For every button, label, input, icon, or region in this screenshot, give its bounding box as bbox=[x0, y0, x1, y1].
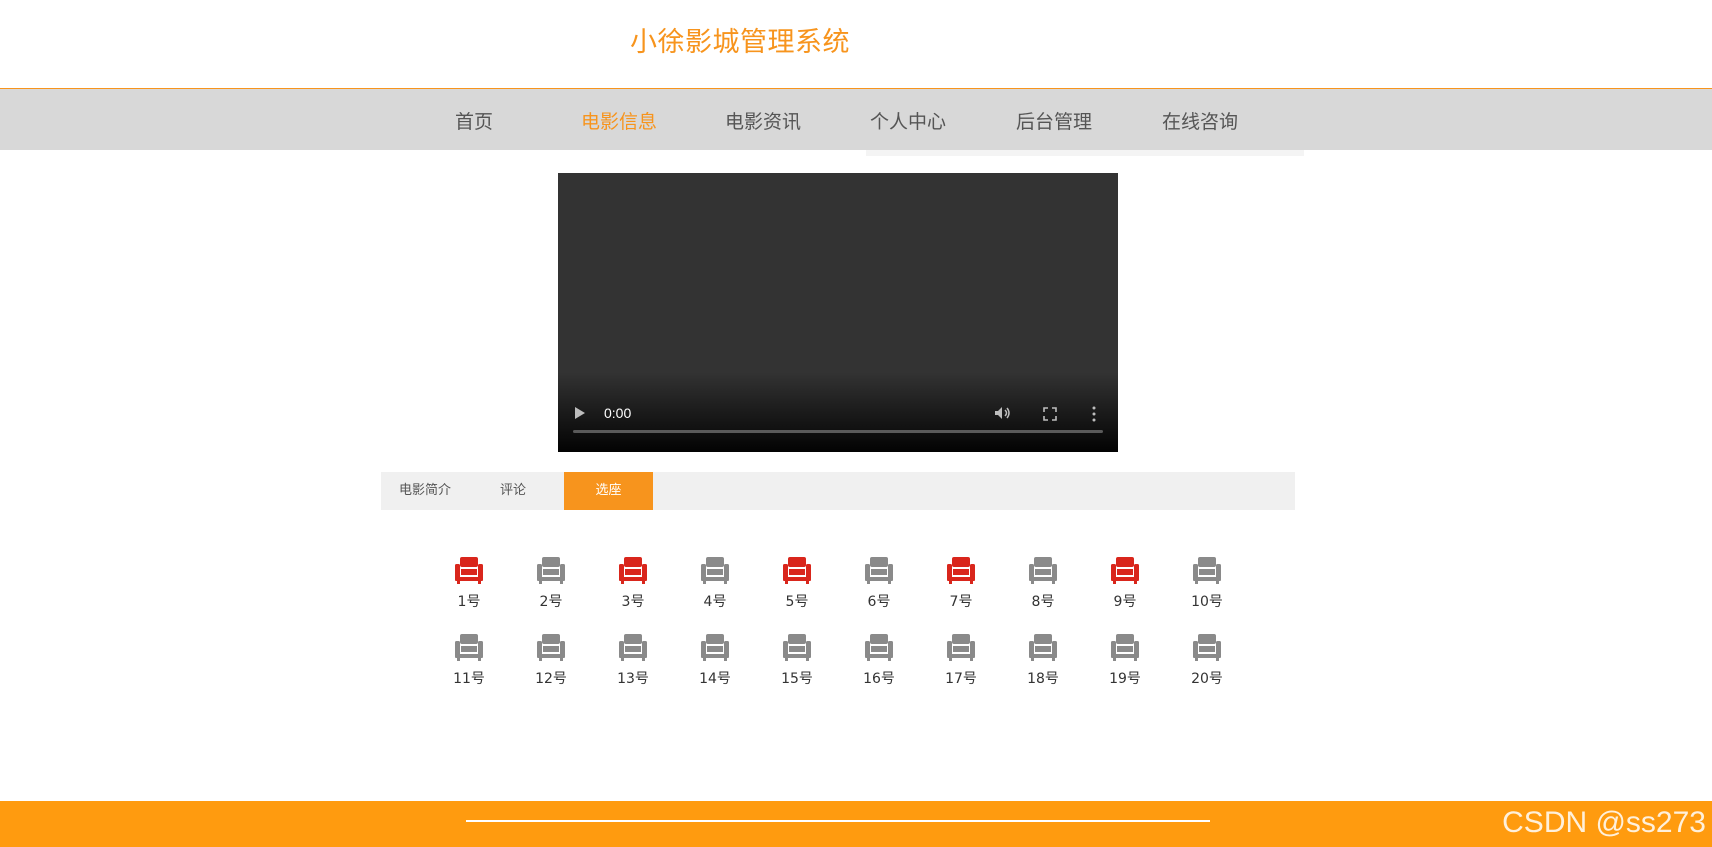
armchair-icon bbox=[537, 557, 565, 584]
tab-seat-selection[interactable]: 选座 bbox=[564, 472, 653, 510]
seat-label: 6号 bbox=[867, 594, 891, 610]
tab-movie-intro[interactable]: 电影简介 bbox=[381, 472, 469, 510]
watermark: CSDN @ss273 bbox=[1502, 806, 1706, 839]
seat-label: 2号 bbox=[539, 594, 563, 610]
seat[interactable]: 20号 bbox=[1187, 633, 1227, 688]
play-icon[interactable] bbox=[575, 407, 585, 419]
seat[interactable]: 18号 bbox=[1023, 633, 1063, 688]
armchair-icon bbox=[947, 557, 975, 584]
seat-label: 14号 bbox=[699, 671, 731, 687]
more-options-icon[interactable] bbox=[1091, 406, 1097, 422]
seat-label: 3号 bbox=[621, 594, 645, 610]
armchair-icon bbox=[455, 634, 483, 661]
armchair-icon bbox=[619, 634, 647, 661]
armchair-icon bbox=[783, 557, 811, 584]
seat[interactable]: 11号 bbox=[449, 633, 489, 688]
seat[interactable]: 19号 bbox=[1105, 633, 1145, 688]
movie-tabs: 电影简介 评论 选座 bbox=[381, 472, 1295, 510]
seat-label: 15号 bbox=[781, 671, 813, 687]
seat-label: 13号 bbox=[617, 671, 649, 687]
seat-label: 20号 bbox=[1191, 671, 1223, 687]
seat[interactable]: 9号 bbox=[1105, 556, 1145, 611]
armchair-icon bbox=[1193, 634, 1221, 661]
armchair-icon bbox=[619, 557, 647, 584]
seat-label: 7号 bbox=[949, 594, 973, 610]
armchair-icon bbox=[537, 634, 565, 661]
armchair-icon bbox=[455, 557, 483, 584]
seat-label: 1号 bbox=[457, 594, 481, 610]
nav-item-online-consult[interactable]: 在线咨询 bbox=[1162, 107, 1238, 134]
nav-item-movie-info[interactable]: 电影信息 bbox=[581, 107, 657, 134]
site-title: 小徐影城管理系统 bbox=[630, 27, 850, 58]
seat[interactable]: 6号 bbox=[859, 556, 899, 611]
armchair-icon bbox=[865, 557, 893, 584]
video-progress-bar[interactable] bbox=[573, 430, 1103, 433]
seat[interactable]: 4号 bbox=[695, 556, 735, 611]
seat[interactable]: 14号 bbox=[695, 633, 735, 688]
footer: CSDN @ss273 bbox=[0, 801, 1712, 847]
seat[interactable]: 1号 bbox=[449, 556, 489, 611]
tab-comments[interactable]: 评论 bbox=[469, 472, 557, 510]
seat-label: 5号 bbox=[785, 594, 809, 610]
nav-item-admin[interactable]: 后台管理 bbox=[1016, 107, 1092, 134]
footer-divider bbox=[466, 820, 1210, 822]
seat[interactable]: 13号 bbox=[613, 633, 653, 688]
armchair-icon bbox=[783, 634, 811, 661]
armchair-icon bbox=[1193, 557, 1221, 584]
seat-label: 4号 bbox=[703, 594, 727, 610]
video-controls: 0:00 bbox=[558, 372, 1118, 452]
seat[interactable]: 15号 bbox=[777, 633, 817, 688]
seat-label: 9号 bbox=[1113, 594, 1137, 610]
seat-label: 8号 bbox=[1031, 594, 1055, 610]
seat-label: 19号 bbox=[1109, 671, 1141, 687]
seat[interactable]: 5号 bbox=[777, 556, 817, 611]
page: 小徐影城管理系统 首页 电影信息 电影资讯 个人中心 后台管理 在线咨询 0:0… bbox=[0, 0, 1712, 847]
seat[interactable]: 8号 bbox=[1023, 556, 1063, 611]
seat-label: 18号 bbox=[1027, 671, 1059, 687]
video-time: 0:00 bbox=[604, 405, 632, 421]
nav-dropdown-shadow bbox=[866, 150, 1304, 156]
seat[interactable]: 16号 bbox=[859, 633, 899, 688]
nav-item-personal-center[interactable]: 个人中心 bbox=[870, 107, 946, 134]
seat[interactable]: 7号 bbox=[941, 556, 981, 611]
armchair-icon bbox=[865, 634, 893, 661]
armchair-icon bbox=[1111, 634, 1139, 661]
seat[interactable]: 17号 bbox=[941, 633, 981, 688]
seat-label: 12号 bbox=[535, 671, 567, 687]
armchair-icon bbox=[701, 557, 729, 584]
armchair-icon bbox=[1029, 557, 1057, 584]
seat[interactable]: 12号 bbox=[531, 633, 571, 688]
armchair-icon bbox=[1111, 557, 1139, 584]
seat-label: 10号 bbox=[1191, 594, 1223, 610]
armchair-icon bbox=[1029, 634, 1057, 661]
nav-item-home[interactable]: 首页 bbox=[455, 107, 493, 134]
volume-icon[interactable] bbox=[994, 406, 1012, 420]
seat-label: 16号 bbox=[863, 671, 895, 687]
video-player[interactable]: 0:00 bbox=[558, 173, 1118, 452]
seat[interactable]: 10号 bbox=[1187, 556, 1227, 611]
armchair-icon bbox=[947, 634, 975, 661]
seat[interactable]: 2号 bbox=[531, 556, 571, 611]
fullscreen-icon[interactable] bbox=[1043, 407, 1057, 421]
nav-item-movie-news[interactable]: 电影资讯 bbox=[725, 107, 801, 134]
seat-label: 17号 bbox=[945, 671, 977, 687]
main-nav: 首页 电影信息 电影资讯 个人中心 后台管理 在线咨询 bbox=[0, 88, 1712, 150]
armchair-icon bbox=[701, 634, 729, 661]
seat[interactable]: 3号 bbox=[613, 556, 653, 611]
seat-label: 11号 bbox=[453, 671, 485, 687]
